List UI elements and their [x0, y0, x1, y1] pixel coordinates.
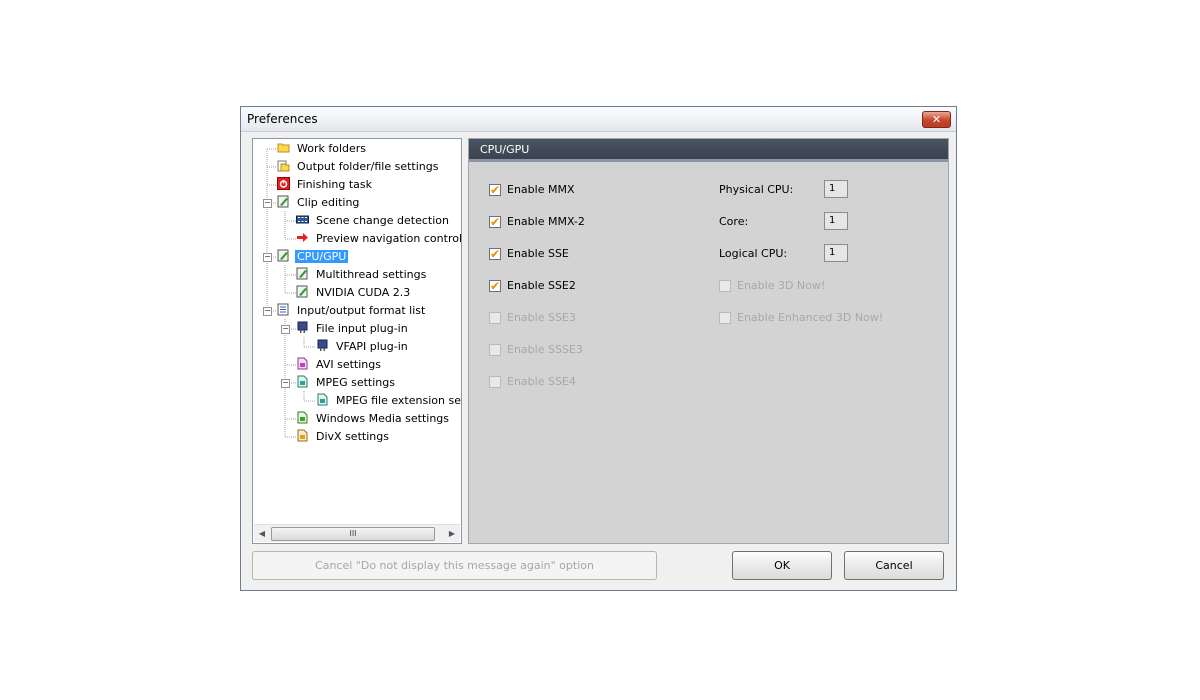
- physical-cpu-value: 1: [824, 180, 848, 198]
- tree-item-mpeg-file-extension[interactable]: MPEG file extension settings: [316, 392, 461, 410]
- folder-icon: [277, 143, 290, 153]
- cpu-gpu-settings-panel: CPU/GPU Enable MMX Enable MMX-2 Enable S…: [468, 138, 949, 544]
- sse4-checkbox: [489, 376, 501, 388]
- tree-item-vfapi-plugin[interactable]: VFAPI plug-in: [316, 338, 410, 356]
- close-icon: ✕: [931, 113, 942, 126]
- preferences-dialog: Preferences ✕ − − − − − Work folders Out…: [240, 106, 957, 591]
- panel-title: CPU/GPU: [480, 143, 530, 156]
- option-enable-sse2[interactable]: Enable SSE2: [489, 278, 576, 294]
- cpu-gpu-expander[interactable]: −: [263, 253, 272, 262]
- red-arrow-icon: [297, 233, 308, 242]
- mpeg-file-icon: [297, 375, 308, 388]
- film-strip-icon: [296, 215, 309, 224]
- option-enable-sse3: Enable SSE3: [489, 310, 576, 326]
- mmx2-checkbox[interactable]: [489, 214, 501, 230]
- title-bar: Preferences ✕: [241, 107, 956, 132]
- plugin-icon: [317, 339, 328, 351]
- plugin-icon: [297, 321, 308, 333]
- option-enable-sse4: Enable SSE4: [489, 374, 576, 390]
- scroll-right-button[interactable]: ▶: [444, 525, 460, 542]
- scroll-thumb[interactable]: III: [271, 527, 435, 541]
- scroll-left-icon: ◀: [258, 529, 266, 538]
- tree-item-mpeg-settings[interactable]: MPEG settings: [296, 374, 397, 392]
- mpeg-settings-expander[interactable]: −: [281, 379, 290, 388]
- wmv-file-icon: [297, 411, 308, 424]
- settings-page-icon: [296, 285, 308, 298]
- tree-item-nvidia-cuda[interactable]: NVIDIA CUDA 2.3: [296, 284, 412, 302]
- window-title: Preferences: [247, 112, 318, 126]
- output-folder-icon: [277, 160, 290, 172]
- tree-item-windows-media[interactable]: Windows Media settings: [296, 410, 451, 428]
- scroll-right-icon: ▶: [448, 529, 456, 538]
- 3dnow-checkbox: [719, 280, 731, 292]
- ok-button[interactable]: OK: [732, 551, 832, 580]
- tree-item-io-format-list[interactable]: Input/output format list: [277, 302, 427, 320]
- option-enable-3dnow: Enable 3D Now!: [719, 278, 825, 294]
- logical-cpu-value: 1: [824, 244, 848, 262]
- cancel-button[interactable]: Cancel: [844, 551, 944, 580]
- close-button[interactable]: ✕: [922, 111, 951, 128]
- option-enable-mmx[interactable]: Enable MMX: [489, 182, 574, 198]
- logical-cpu-label: Logical CPU:: [719, 247, 788, 260]
- mmx-checkbox[interactable]: [489, 182, 501, 198]
- tree-item-multithread[interactable]: Multithread settings: [296, 266, 428, 284]
- option-enable-ssse3: Enable SSSE3: [489, 342, 583, 358]
- avi-file-icon: [297, 357, 308, 370]
- mpeg-file-icon: [317, 393, 328, 406]
- tree-item-finishing-task[interactable]: Finishing task: [277, 176, 374, 194]
- tree-item-avi-settings[interactable]: AVI settings: [296, 356, 383, 374]
- physical-cpu-label: Physical CPU:: [719, 183, 794, 196]
- io-format-expander[interactable]: −: [263, 307, 272, 316]
- file-input-expander[interactable]: −: [281, 325, 290, 334]
- option-enable-enhanced-3dnow: Enable Enhanced 3D Now!: [719, 310, 883, 326]
- clip-edit-icon: [277, 195, 289, 208]
- tree-item-scene-change[interactable]: Scene change detection: [296, 212, 451, 230]
- tree-item-output-folder[interactable]: Output folder/file settings: [277, 158, 440, 176]
- tree-item-file-input-plugin[interactable]: File input plug-in: [296, 320, 410, 338]
- cancel-dont-display-option-button: Cancel "Do not display this message agai…: [252, 551, 657, 580]
- ssse3-checkbox: [489, 344, 501, 356]
- tree-horizontal-scrollbar[interactable]: ◀ III ▶: [254, 524, 460, 542]
- clip-editing-expander[interactable]: −: [263, 199, 272, 208]
- enhanced-3dnow-checkbox: [719, 312, 731, 324]
- tree-item-clip-editing[interactable]: Clip editing: [277, 194, 361, 212]
- sse3-checkbox: [489, 312, 501, 324]
- cpu-icon: [277, 249, 289, 262]
- tree-item-divx-settings[interactable]: DivX settings: [296, 428, 391, 446]
- list-icon: [277, 303, 289, 316]
- panel-header: CPU/GPU: [469, 139, 948, 162]
- option-enable-mmx2[interactable]: Enable MMX-2: [489, 214, 585, 230]
- tree-item-work-folders[interactable]: Work folders: [277, 140, 368, 158]
- divx-file-icon: [297, 429, 308, 442]
- power-icon: [277, 177, 290, 190]
- core-value: 1: [824, 212, 848, 230]
- scroll-grip-icon: III: [349, 529, 357, 538]
- tree-item-cpu-gpu[interactable]: CPU/GPU: [277, 248, 350, 266]
- option-enable-sse[interactable]: Enable SSE: [489, 246, 569, 262]
- preferences-tree[interactable]: − − − − − Work folders Output folder/fil…: [252, 138, 462, 544]
- sse-checkbox[interactable]: [489, 246, 501, 262]
- settings-page-icon: [296, 267, 308, 280]
- sse2-checkbox[interactable]: [489, 278, 501, 294]
- scroll-left-button[interactable]: ◀: [254, 525, 270, 542]
- core-label: Core:: [719, 215, 749, 228]
- tree-item-preview-navigation[interactable]: Preview navigation control: [296, 230, 461, 248]
